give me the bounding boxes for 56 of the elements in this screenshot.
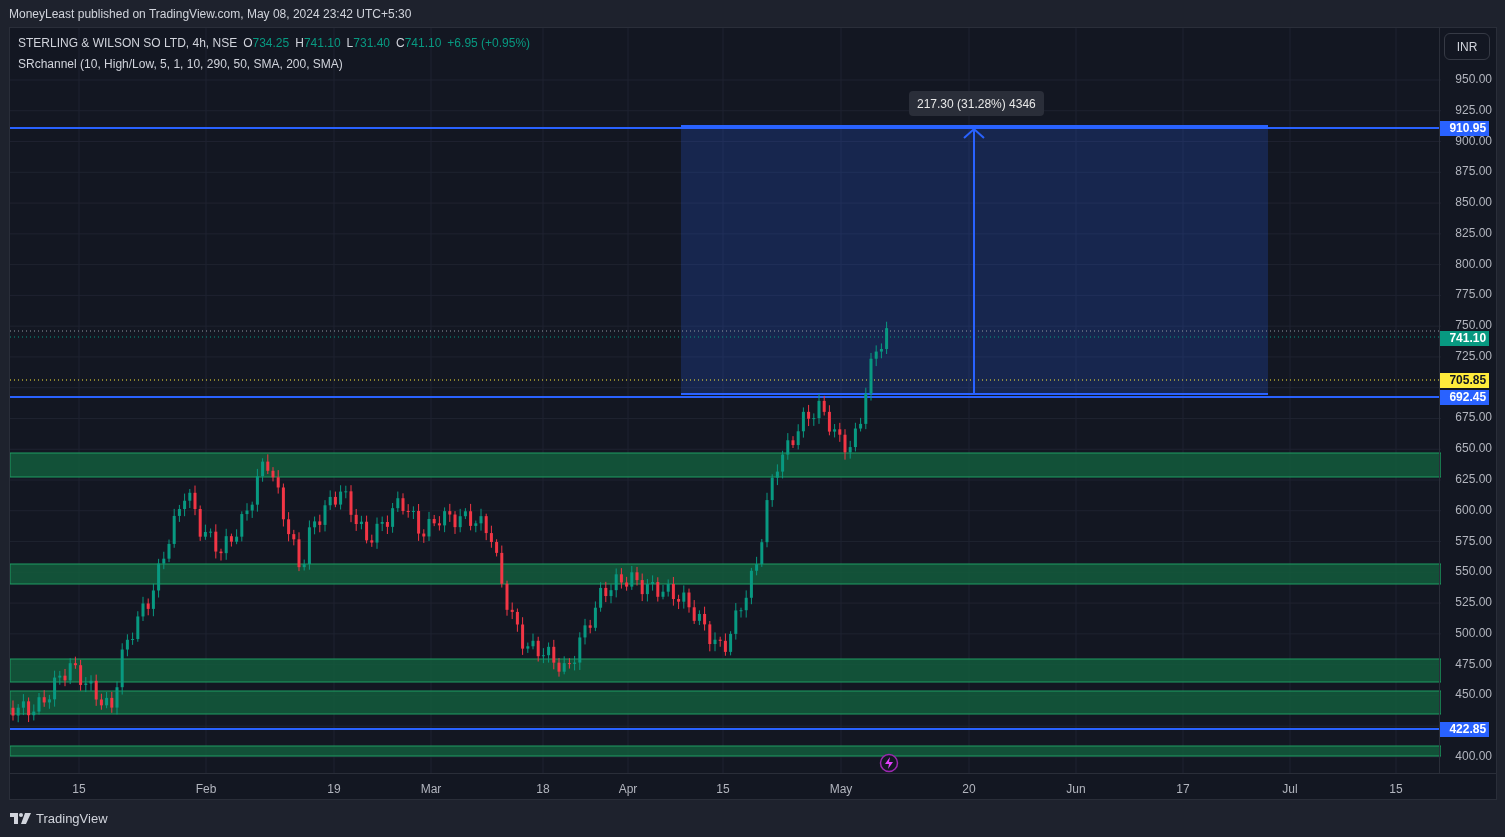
time-tick: Apr [618, 781, 638, 798]
ohlc-label: L [346, 35, 354, 52]
price-tick: 750.00 [1455, 320, 1492, 332]
price-tick: 475.00 [1455, 658, 1492, 670]
price-tick: 575.00 [1455, 535, 1492, 547]
time-tick: 18 [536, 781, 550, 798]
price-tick: 925.00 [1455, 104, 1492, 116]
time-tick: 20 [962, 781, 976, 798]
price-tick: 675.00 [1455, 412, 1492, 424]
price-tick: 400.00 [1455, 750, 1492, 762]
price-tick: 725.00 [1455, 350, 1492, 362]
ohlc-label: O [243, 35, 253, 52]
price-change: +6.95 (+0.95%) [447, 35, 531, 52]
measure-label: 217.30 (31.28%) 4346 [909, 91, 1044, 116]
ohlc-value: 741.10 [404, 35, 442, 52]
ohlc-value: 741.10 [303, 35, 341, 52]
time-tick: 19 [327, 781, 341, 798]
price-tick: 550.00 [1455, 566, 1492, 578]
time-tick: Jul [1282, 781, 1298, 798]
currency-button[interactable]: INR [1444, 33, 1491, 60]
price-tick: 600.00 [1455, 504, 1492, 516]
logo-icon [10, 813, 31, 824]
time-tick: 15 [72, 781, 86, 798]
price-tag: 741.10 [1440, 330, 1490, 346]
time-tick: 15 [716, 781, 730, 798]
ohlc-label: H [295, 35, 304, 52]
price-tag: 422.85 [1440, 721, 1490, 737]
time-tick: 17 [1176, 781, 1190, 798]
time-tick: 15 [1389, 781, 1403, 798]
ohlc-value: 734.25 [252, 35, 290, 52]
price-tag: 705.85 [1440, 372, 1490, 388]
price-tick: 850.00 [1455, 197, 1492, 209]
publisher-line: MoneyLeast published on TradingView.com, May 08, 2024 23:42 UTC+5:30 [9, 5, 412, 23]
price-tick: 650.00 [1455, 443, 1492, 455]
price-tick: 450.00 [1455, 689, 1492, 701]
price-tag: 910.95 [1440, 120, 1490, 136]
price-tick: 825.00 [1455, 227, 1492, 239]
logo-text: TradingView [36, 809, 108, 828]
price-tick: 950.00 [1455, 74, 1492, 85]
symbol-title: STERLING & WILSON SO LTD, 4h, NSE [18, 35, 238, 52]
ohlc-value: 731.40 [353, 35, 390, 52]
lightning-icon [879, 753, 899, 773]
time-tick: Feb [195, 781, 217, 798]
price-tick: 800.00 [1455, 258, 1492, 270]
price-tick: 875.00 [1455, 166, 1492, 178]
time-tick: May [829, 781, 853, 798]
price-tick: 900.00 [1455, 135, 1492, 147]
price-tick: 525.00 [1455, 597, 1492, 609]
indicator-label: SRchannel (10, High/Low, 5, 1, 10, 290, 50, SMA, 200, SMA) [18, 56, 344, 73]
time-tick: Mar [420, 781, 442, 798]
time-tick: Jun [1066, 781, 1086, 798]
price-tag: 692.45 [1440, 389, 1490, 405]
price-tick: 500.00 [1455, 627, 1492, 639]
ohlc-label: C [396, 35, 405, 52]
price-tick: 775.00 [1455, 289, 1492, 301]
price-tick: 625.00 [1455, 474, 1492, 485]
